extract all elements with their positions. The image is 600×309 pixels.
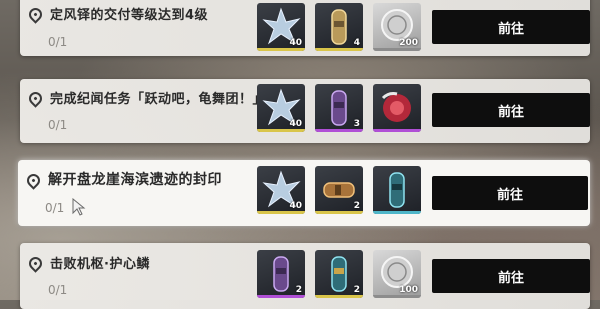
reward-count: 2: [353, 201, 360, 211]
task-progress: 0/1: [48, 35, 68, 49]
reward-item[interactable]: 3: [315, 84, 363, 132]
task-progress: 0/1: [48, 283, 68, 297]
task-progress: 0/1: [48, 118, 68, 132]
location-pin-icon: [26, 254, 45, 273]
reward-list: 40 3: [257, 84, 421, 132]
reward-list: 40 4 200: [257, 3, 421, 51]
location-pin-icon: [26, 5, 45, 24]
rarity-bar: [373, 295, 421, 298]
go-button[interactable]: 前往: [432, 93, 590, 127]
task-title: 击败机枢·护心鳞: [50, 257, 150, 272]
teal-capsule-icon: [389, 172, 405, 208]
go-button[interactable]: 前往: [432, 10, 590, 44]
rarity-bar: [315, 129, 363, 132]
reward-count: 3: [353, 119, 360, 129]
rarity-bar: [315, 295, 363, 298]
reward-count: 40: [289, 201, 302, 211]
reward-count: 40: [289, 119, 302, 129]
reward-list: 2 2 100: [257, 250, 421, 298]
rarity-bar: [315, 211, 363, 214]
reward-item[interactable]: [373, 166, 421, 214]
reward-item[interactable]: 2: [257, 250, 305, 298]
task-title: 定风铎的交付等级达到4级: [50, 8, 209, 23]
rarity-bar: [373, 211, 421, 214]
rarity-bar: [257, 295, 305, 298]
reward-item[interactable]: 40: [257, 166, 305, 214]
mouse-cursor-icon: [72, 198, 86, 216]
reward-item[interactable]: 2: [315, 166, 363, 214]
red-flower-icon: [381, 92, 411, 122]
rarity-bar: [373, 48, 421, 51]
reward-item[interactable]: [373, 84, 421, 132]
task-card-selected: 解开盘龙崖海滨遗迹的封印 0/1 40 2 前往: [18, 160, 590, 226]
task-card: 定风铎的交付等级达到4级 0/1 40 4 200 前往: [20, 0, 590, 56]
reward-item[interactable]: 200: [373, 3, 421, 51]
reward-count: 40: [289, 38, 302, 48]
reward-item[interactable]: 40: [257, 3, 305, 51]
reward-count: 2: [295, 285, 302, 295]
rarity-bar: [257, 129, 305, 132]
reward-count: 4: [353, 38, 360, 48]
rarity-bar: [257, 48, 305, 51]
task-title: 完成纪闻任务「跃动吧，龟舞团！」: [50, 92, 267, 107]
reward-count: 2: [353, 285, 360, 295]
task-progress: 0/1: [45, 201, 65, 215]
task-title-wrap: 解开盘龙崖海滨遗迹的封印: [24, 169, 222, 190]
location-pin-icon: [24, 170, 43, 190]
task-card: 完成纪闻任务「跃动吧，龟舞团！」 0/1 40 3 前往: [20, 79, 590, 143]
go-button[interactable]: 前往: [432, 176, 588, 210]
task-title-wrap: 击败机枢·护心鳞: [26, 253, 150, 273]
go-button[interactable]: 前往: [432, 259, 590, 293]
reward-count: 200: [399, 38, 418, 48]
rarity-bar: [373, 129, 421, 132]
reward-item[interactable]: 4: [315, 3, 363, 51]
rarity-bar: [257, 211, 305, 214]
reward-list: 40 2: [257, 166, 421, 214]
rarity-bar: [315, 48, 363, 51]
reward-count: 100: [399, 285, 418, 295]
reward-item[interactable]: 40: [257, 84, 305, 132]
task-title-wrap: 完成纪闻任务「跃动吧，龟舞团！」: [26, 88, 267, 108]
task-title: 解开盘龙崖海滨遗迹的封印: [48, 172, 222, 188]
reward-item[interactable]: 100: [373, 250, 421, 298]
location-pin-icon: [26, 89, 45, 108]
task-card: 击败机枢·护心鳞 0/1 2 2 100 前往: [20, 243, 590, 309]
reward-item[interactable]: 2: [315, 250, 363, 298]
task-title-wrap: 定风铎的交付等级达到4级: [26, 4, 209, 24]
